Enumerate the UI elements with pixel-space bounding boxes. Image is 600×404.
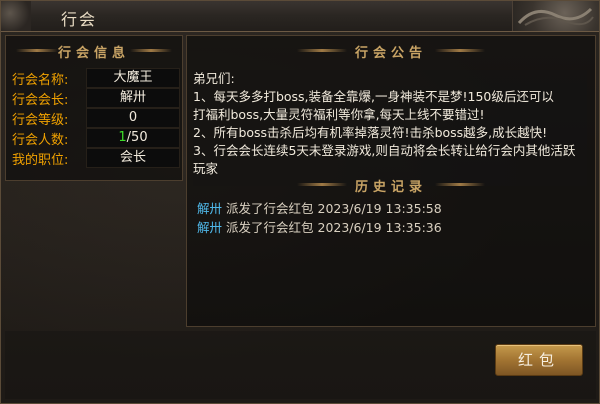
- history-item: 解卅 派发了行会红包 2023/6/19 13:35:58: [197, 200, 589, 219]
- history-player-name[interactable]: 解卅: [197, 220, 222, 235]
- header-ornament-icon: [130, 49, 172, 52]
- info-label: 行会名称:: [12, 73, 69, 88]
- red-packet-button[interactable]: 红包: [495, 344, 583, 376]
- header-ornament-icon: [435, 183, 485, 186]
- header-ornament-icon: [297, 49, 347, 52]
- member-count-max: /50: [126, 130, 148, 145]
- guild-leader-value: 解卅: [86, 88, 180, 108]
- notice-line: 3、行会会长连续5天未登录游戏,则自动将会长转让给行会内其他活跃: [193, 143, 576, 158]
- notice-line: 1、每天多多打boss,装备全靠爆,一身神装不是梦!150级后还可以: [193, 89, 554, 104]
- my-position-value: 会长: [86, 148, 180, 168]
- info-row-guild-name: 行会名称: 大魔王: [12, 68, 182, 88]
- info-label: 行会人数:: [12, 133, 69, 148]
- guild-name-value: 大魔王: [86, 68, 180, 88]
- notice-line: 弟兄们:: [193, 71, 235, 86]
- dragon-ornament-icon: [512, 1, 599, 31]
- guild-notice-panel: 行会公告 弟兄们: 1、每天多多打boss,装备全靠爆,一身神装不是梦!150级…: [186, 35, 596, 327]
- header-ornament-icon: [16, 49, 58, 52]
- member-count-current: 1: [118, 130, 127, 145]
- notice-title: 行会公告: [354, 46, 427, 61]
- guild-info-title: 行会信息: [57, 46, 130, 61]
- guild-info-header: 行会信息: [6, 38, 182, 64]
- title-bar[interactable]: 行会: [1, 1, 599, 32]
- history-text: 派发了行会红包 2023/6/19 13:35:36: [226, 220, 442, 235]
- window-title: 行会: [61, 10, 98, 29]
- history-header: 历史记录: [187, 172, 595, 198]
- notice-line: 2、所有boss击杀后均有机率掉落灵符!击杀boss越多,成长越快!: [193, 125, 548, 140]
- guild-info-panel: 行会信息 行会名称: 大魔王 行会会长: 解卅 行会等级: 0 行会人数: 1/…: [5, 35, 183, 181]
- header-ornament-icon: [297, 183, 347, 186]
- notice-line: 打福利boss,大量灵符福利等你拿,每天上线不要错过!: [193, 107, 485, 122]
- member-count-value: 1/50: [86, 128, 180, 148]
- info-row-guild-level: 行会等级: 0: [12, 108, 182, 128]
- history-item: 解卅 派发了行会红包 2023/6/19 13:35:36: [197, 219, 589, 238]
- info-row-my-position: 我的职位: 会长: [12, 148, 182, 168]
- guild-notice-text[interactable]: 弟兄们: 1、每天多多打boss,装备全靠爆,一身神装不是梦!150级后还可以 …: [193, 70, 587, 186]
- info-row-guild-leader: 行会会长: 解卅: [12, 88, 182, 108]
- notice-header: 行会公告: [187, 38, 595, 64]
- info-label: 行会会长:: [12, 93, 69, 108]
- header-ornament-icon: [435, 49, 485, 52]
- info-label: 行会等级:: [12, 113, 69, 128]
- info-row-member-count: 行会人数: 1/50: [12, 128, 182, 148]
- history-text: 派发了行会红包 2023/6/19 13:35:58: [226, 201, 442, 216]
- guild-window: 行会 行会信息 行会名称: 大魔王 行会会长: 解卅 行会等级: 0 行会人数:: [0, 0, 600, 404]
- history-title: 历史记录: [354, 180, 427, 195]
- dragon-ornament-left-icon: [1, 1, 31, 31]
- history-list: 解卅 派发了行会红包 2023/6/19 13:35:58 解卅 派发了行会红包 2…: [197, 200, 589, 238]
- guild-level-value: 0: [86, 108, 180, 128]
- history-player-name[interactable]: 解卅: [197, 201, 222, 216]
- info-label: 我的职位:: [12, 153, 69, 168]
